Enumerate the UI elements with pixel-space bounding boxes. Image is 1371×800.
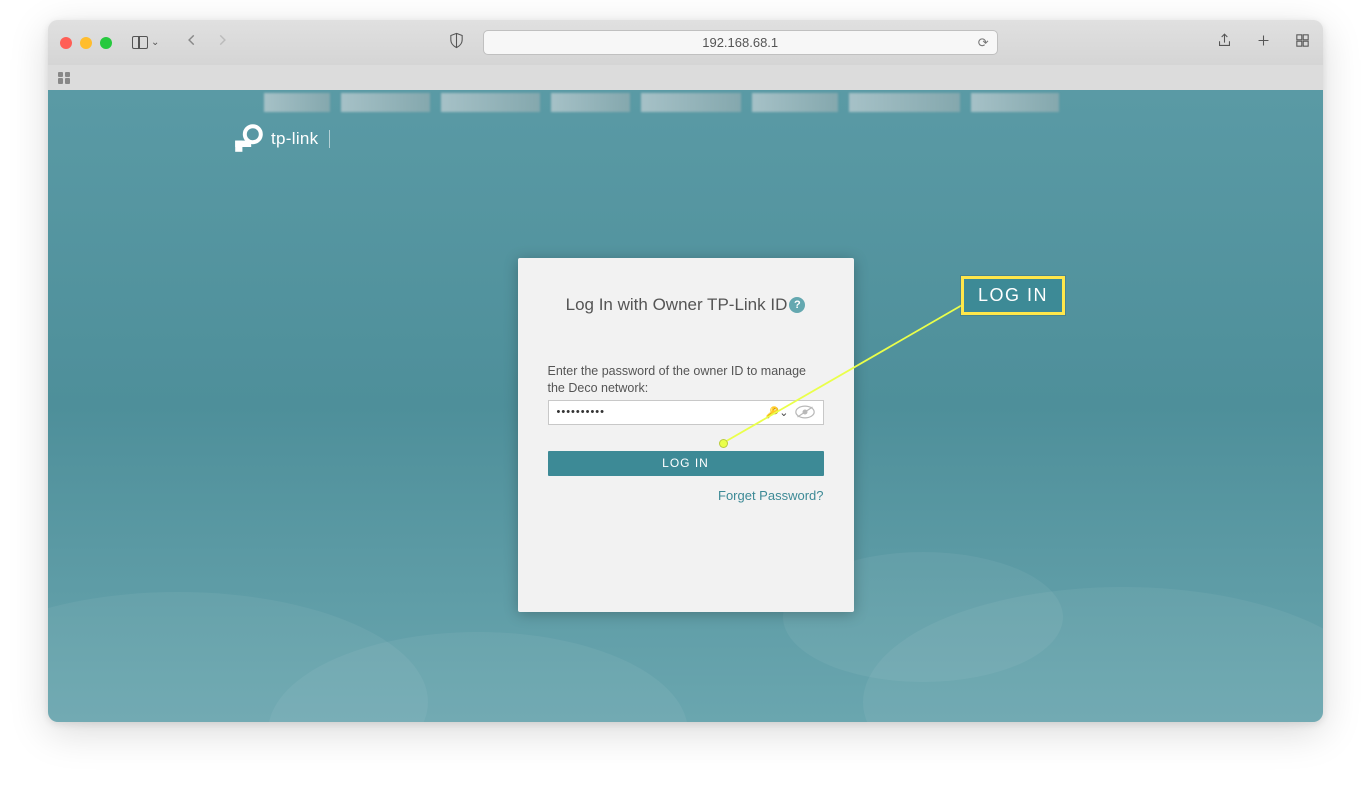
- login-button[interactable]: LOG IN: [548, 451, 824, 476]
- keychain-icon[interactable]: 🔑⌄: [766, 406, 789, 419]
- close-window-button[interactable]: [60, 37, 72, 49]
- help-icon[interactable]: ?: [789, 297, 805, 313]
- minimize-window-button[interactable]: [80, 37, 92, 49]
- sidebar-icon: [132, 36, 148, 49]
- window-controls: [60, 37, 112, 49]
- forward-button[interactable]: [215, 33, 229, 52]
- toggle-visibility-icon[interactable]: [795, 405, 815, 419]
- brand-logo: tp-link: [232, 123, 330, 155]
- tab-overview-button[interactable]: [1294, 32, 1311, 54]
- share-button[interactable]: [1216, 32, 1233, 54]
- forgot-password-link[interactable]: Forget Password?: [718, 488, 824, 503]
- chevron-down-icon: ⌄: [151, 37, 159, 48]
- logo-separator: [329, 130, 330, 148]
- login-instruction: Enter the password of the owner ID to ma…: [548, 363, 824, 397]
- password-input[interactable]: [557, 406, 766, 418]
- new-tab-button[interactable]: [1255, 32, 1272, 54]
- favorites-bar: [48, 65, 1323, 90]
- apps-icon[interactable]: [58, 72, 70, 84]
- browser-window: ⌄ 192.168.68.1 ⟳: [48, 20, 1323, 722]
- back-button[interactable]: [185, 33, 199, 52]
- login-card: Log In with Owner TP-Link ID ? Enter the…: [518, 258, 854, 612]
- password-field-wrapper: 🔑⌄: [548, 400, 824, 425]
- blurred-nav-tabs: [264, 90, 1323, 112]
- address-bar[interactable]: 192.168.68.1 ⟳: [483, 30, 998, 55]
- titlebar: ⌄ 192.168.68.1 ⟳: [48, 20, 1323, 65]
- reload-button[interactable]: ⟳: [978, 35, 989, 51]
- page-content: tp-link Log In with Owner TP-Link ID ? E…: [48, 90, 1323, 722]
- tplink-logo-icon: [232, 123, 264, 155]
- sidebar-toggle-button[interactable]: ⌄: [132, 36, 159, 49]
- annotation-callout: LOG IN: [961, 276, 1065, 315]
- login-title: Log In with Owner TP-Link ID ?: [548, 295, 824, 315]
- brand-name: tp-link: [271, 129, 318, 149]
- annotation-marker: [719, 439, 728, 448]
- url-text: 192.168.68.1: [702, 35, 778, 50]
- maximize-window-button[interactable]: [100, 37, 112, 49]
- privacy-shield-icon[interactable]: [448, 32, 465, 54]
